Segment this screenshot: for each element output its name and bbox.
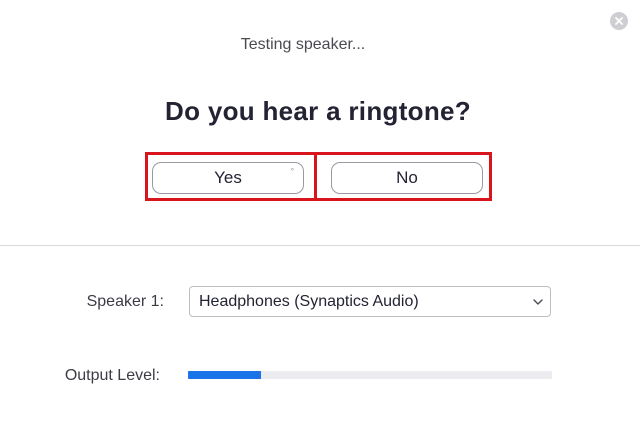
- status-text: Testing speaker...: [240, 36, 366, 53]
- output-level-meter: [188, 371, 552, 379]
- close-button[interactable]: [610, 12, 628, 30]
- speaker-select-value: Headphones (Synaptics Audio): [199, 292, 419, 310]
- yes-button-indicator: °: [290, 167, 294, 176]
- ringtone-question: Do you hear a ringtone?: [165, 96, 471, 126]
- yes-button[interactable]: Yes °: [152, 162, 304, 194]
- close-icon: [614, 16, 624, 26]
- yes-button-label: Yes: [214, 168, 242, 187]
- output-level-label: Output Level:: [64, 367, 160, 384]
- section-divider: [0, 245, 640, 246]
- chevron-down-icon: [526, 287, 550, 316]
- speaker-select[interactable]: Headphones (Synaptics Audio): [189, 286, 551, 317]
- speaker-label: Speaker 1:: [86, 293, 164, 310]
- output-level-fill: [188, 371, 261, 379]
- speaker-test-dialog: Testing speaker... Do you hear a rington…: [0, 0, 640, 422]
- no-button-label: No: [396, 168, 418, 187]
- no-button[interactable]: No: [331, 162, 483, 194]
